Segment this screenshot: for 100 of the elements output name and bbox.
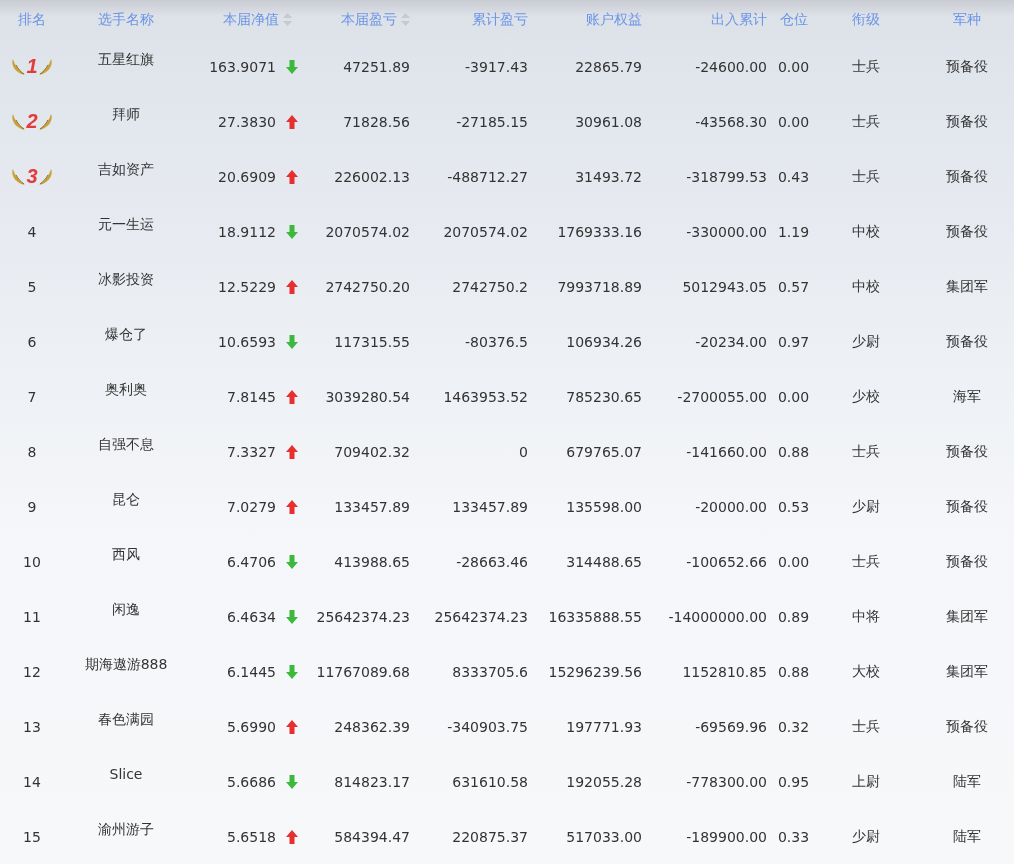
player-name: 闲逸 [112,601,140,619]
grade-title: 少尉 [852,827,880,846]
rank-number: 5 [27,278,37,295]
net-value: 163.9071 [209,58,276,75]
position-ratio: 0.53 [777,498,810,515]
account-equity: 197771.93 [566,718,643,735]
grade-title: 士兵 [852,167,880,186]
grade-title: 中将 [852,607,880,626]
rank-number: 6 [27,333,37,350]
rank-number: 2 [26,110,38,133]
account-equity: 16335888.55 [548,608,643,625]
player-name: 拜师 [112,106,140,124]
column-header: 军种 [953,10,981,29]
net-flows: -69569.96 [695,718,768,735]
net-flows: 1152810.85 [682,663,768,680]
account-equity: 785230.65 [566,388,643,405]
player-name: 自强不息 [98,436,154,454]
account-equity: 31493.72 [575,168,643,185]
account-equity: 192055.28 [566,773,643,790]
column-header: 衔级 [852,10,880,29]
branch-label: 集团军 [946,277,988,296]
net-value: 7.8145 [227,388,276,405]
sort-icon[interactable] [283,13,292,26]
net-value: 5.6990 [227,718,276,735]
rank-number: 7 [27,388,37,405]
total-pnl: 8333705.6 [452,663,529,680]
account-equity: 22865.79 [575,58,643,75]
column-header[interactable]: 本届盈亏 [341,10,397,29]
period-pnl: 814823.17 [334,773,411,790]
net-flows: -778300.00 [686,773,768,790]
net-value: 7.0279 [227,498,276,515]
branch-label: 预备役 [946,167,988,186]
branch-label: 预备役 [946,442,988,461]
period-pnl: 71828.56 [343,113,411,130]
net-flows: -14000000.00 [668,608,768,625]
position-ratio: 0.95 [777,773,810,790]
column-header[interactable]: 本届净值 [223,10,279,29]
branch-label: 预备役 [946,552,988,571]
position-ratio: 1.19 [777,223,810,240]
period-pnl: 25642374.23 [316,608,411,625]
period-pnl: 413988.65 [334,553,411,570]
account-equity: 7993718.89 [557,278,643,295]
player-name: 爆仓了 [105,326,147,344]
net-value: 6.1445 [227,663,276,680]
position-ratio: 0.00 [777,553,810,570]
net-flows: -20000.00 [695,498,768,515]
period-pnl: 117315.55 [334,333,411,350]
rank-number: 4 [27,223,37,240]
period-pnl: 3039280.54 [325,388,411,405]
position-ratio: 0.00 [777,58,810,75]
sort-icon[interactable] [401,13,410,26]
net-flows: 5012943.05 [682,278,768,295]
position-ratio: 0.97 [777,333,810,350]
branch-label: 预备役 [946,57,988,76]
net-flows: -2700055.00 [677,388,768,405]
total-pnl: 2742750.2 [452,278,529,295]
account-equity: 106934.26 [566,333,643,350]
position-ratio: 0.00 [777,388,810,405]
player-name: 期海遨游888 [84,656,168,674]
column-header: 账户权益 [586,10,642,29]
net-value: 5.6518 [227,828,276,845]
player-name: Slice [109,766,143,782]
player-name: 奥利奥 [105,381,147,399]
column-header: 选手名称 [98,10,154,29]
net-flows: -141660.00 [686,443,768,460]
net-value: 18.9112 [218,223,276,240]
net-value: 7.3327 [227,443,276,460]
total-pnl: 1463953.52 [443,388,529,405]
net-flows: -189900.00 [686,828,768,845]
grade-title: 少尉 [852,332,880,351]
period-pnl: 47251.89 [343,58,411,75]
grade-title: 中校 [852,222,880,241]
grade-title: 中校 [852,277,880,296]
net-value: 12.5229 [218,278,276,295]
net-flows: -20234.00 [695,333,768,350]
rank-number: 10 [23,553,41,570]
position-ratio: 0.33 [777,828,810,845]
account-equity: 1769333.16 [557,223,643,240]
net-value: 6.4634 [227,608,276,625]
position-ratio: 0.89 [777,608,810,625]
grade-title: 士兵 [852,717,880,736]
net-value: 27.3830 [218,113,276,130]
grade-title: 士兵 [852,112,880,131]
position-ratio: 0.32 [777,718,810,735]
net-flows: -318799.53 [686,168,768,185]
net-flows: -24600.00 [695,58,768,75]
rank-number: 3 [26,165,38,188]
column-header: 出入累计 [711,10,767,29]
player-name: 吉如资产 [98,161,154,179]
period-pnl: 584394.47 [334,828,411,845]
player-name: 渝州游子 [98,821,154,839]
period-pnl: 248362.39 [334,718,411,735]
player-name: 昆仑 [112,491,140,509]
account-equity: 517033.00 [566,828,643,845]
grade-title: 士兵 [852,442,880,461]
period-pnl: 2070574.02 [325,223,411,240]
grade-title: 少校 [852,387,880,406]
total-pnl: 25642374.23 [434,608,529,625]
branch-label: 集团军 [946,607,988,626]
branch-label: 预备役 [946,222,988,241]
